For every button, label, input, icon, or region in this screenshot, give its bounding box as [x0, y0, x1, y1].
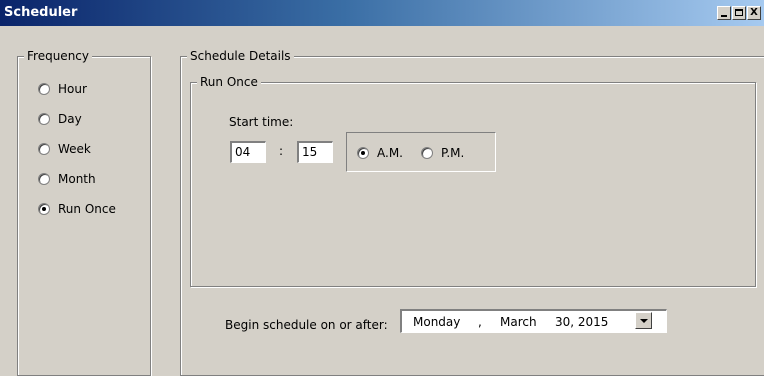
- start-time-label: Start time:: [229, 115, 294, 129]
- radio-run-once[interactable]: [38, 203, 50, 215]
- frequency-option-week[interactable]: Week: [38, 142, 91, 156]
- run-once-legend: Run Once: [197, 75, 261, 89]
- pm-option[interactable]: P.M.: [421, 146, 464, 160]
- begin-date-comma: ,: [478, 315, 482, 329]
- close-button[interactable]: X: [747, 6, 761, 20]
- frequency-option-label: Hour: [58, 82, 87, 96]
- frequency-group: Frequency Hour Day Week Month Run Once: [17, 49, 151, 376]
- frequency-option-label: Week: [58, 142, 91, 156]
- time-separator: :: [279, 144, 284, 158]
- radio-hour[interactable]: [38, 83, 50, 95]
- schedule-details-legend: Schedule Details: [187, 49, 294, 63]
- frequency-option-label: Day: [58, 112, 82, 126]
- schedule-details-group: Schedule Details Run Once Start time: 04…: [180, 49, 764, 376]
- radio-month[interactable]: [38, 173, 50, 185]
- minimize-button[interactable]: [717, 6, 731, 20]
- begin-date-picker[interactable]: Monday , March 30, 2015: [400, 309, 667, 333]
- hour-input[interactable]: 04: [230, 141, 266, 163]
- begin-schedule-label: Begin schedule on or after:: [225, 318, 388, 332]
- maximize-button[interactable]: [732, 6, 746, 20]
- scheduler-window: Scheduler X Frequency Hour Day Week Mont…: [0, 0, 764, 376]
- frequency-option-month[interactable]: Month: [38, 172, 96, 186]
- frequency-option-hour[interactable]: Hour: [38, 82, 87, 96]
- am-label: A.M.: [377, 146, 403, 160]
- frequency-option-label: Run Once: [58, 202, 116, 216]
- begin-date-day[interactable]: Monday: [413, 313, 460, 331]
- frequency-option-run-once[interactable]: Run Once: [38, 202, 116, 216]
- frequency-legend: Frequency: [24, 49, 92, 63]
- radio-week[interactable]: [38, 143, 50, 155]
- radio-pm[interactable]: [421, 147, 433, 159]
- begin-date-day-year[interactable]: 30, 2015: [555, 313, 608, 331]
- frequency-option-day[interactable]: Day: [38, 112, 82, 126]
- begin-date-month[interactable]: March: [500, 313, 537, 331]
- title-bar[interactable]: Scheduler X: [0, 0, 764, 26]
- window-title: Scheduler: [4, 5, 78, 20]
- radio-am[interactable]: [357, 147, 369, 159]
- minute-input[interactable]: 15: [297, 141, 333, 163]
- frequency-option-label: Month: [58, 172, 96, 186]
- pm-label: P.M.: [441, 146, 465, 160]
- date-dropdown-button[interactable]: [635, 312, 652, 329]
- ampm-group: A.M. P.M.: [346, 132, 496, 172]
- run-once-group: Run Once Start time: 04 : 15 A.M. P.M.: [190, 75, 756, 287]
- am-option[interactable]: A.M.: [357, 146, 403, 160]
- radio-day[interactable]: [38, 113, 50, 125]
